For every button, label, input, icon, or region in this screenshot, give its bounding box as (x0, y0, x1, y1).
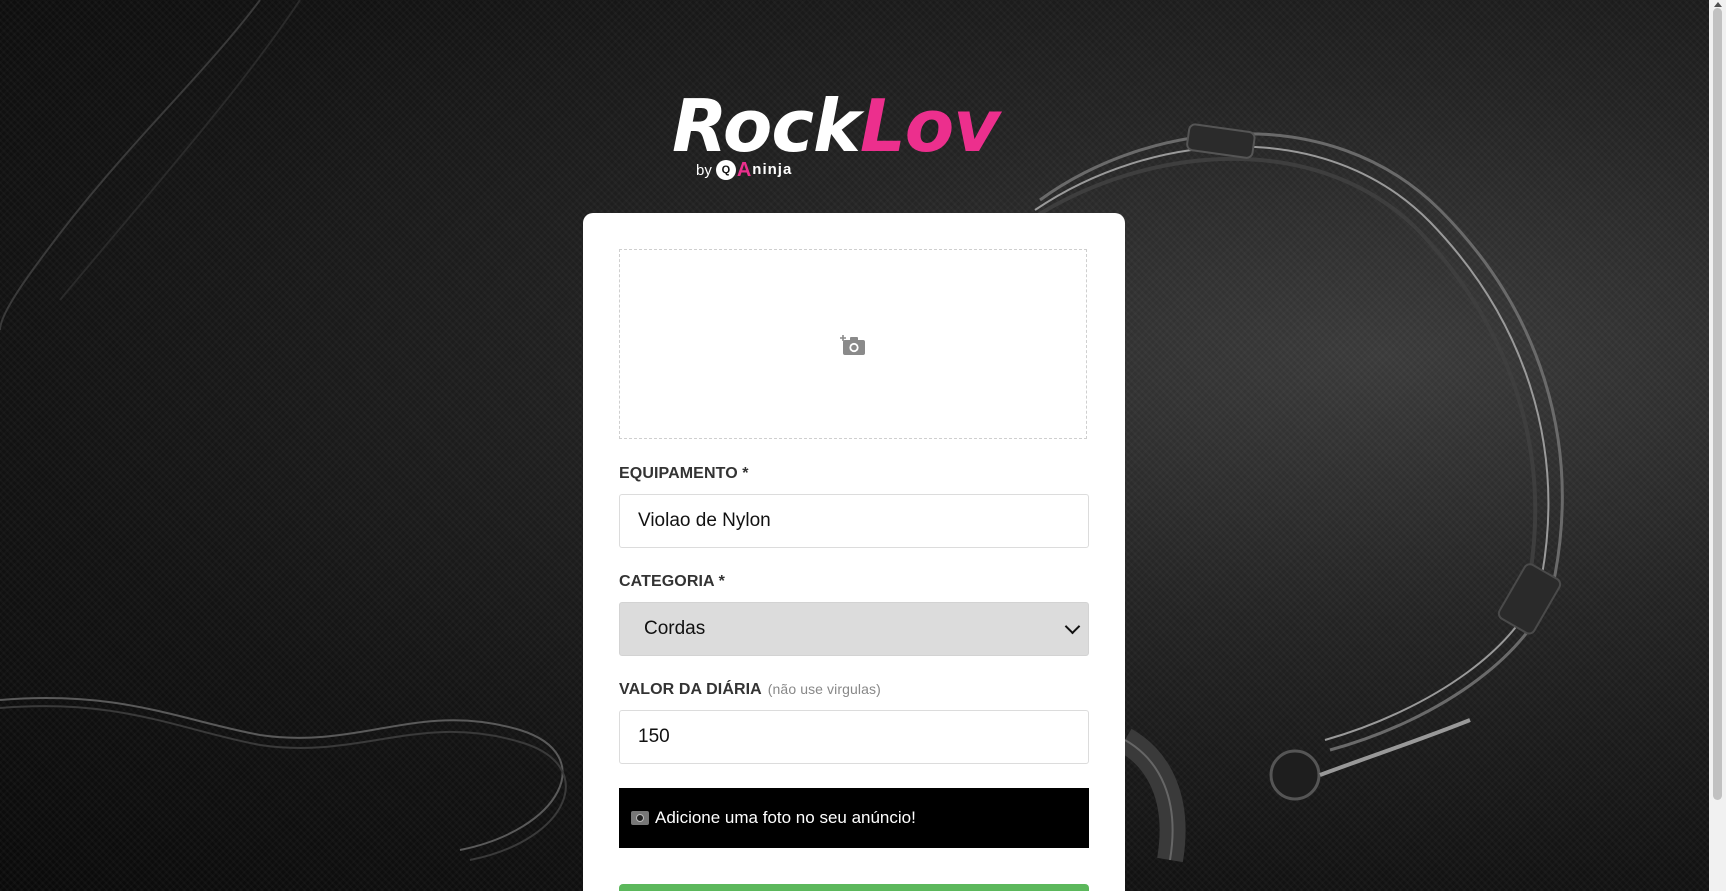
rocklov-logo: RockLov by Q Aninja (672, 88, 1032, 180)
logo-lov-text: Lov (859, 84, 1000, 168)
scroll-up-arrow-icon[interactable] (1714, 2, 1722, 7)
qaninja-ninja: ninja (752, 161, 793, 178)
page: RockLov by QAninja EQUIPAMENTO * CATEGOR… (0, 0, 1726, 891)
add-photo-icon (840, 335, 865, 355)
qaninja-badge: Q Aninja (715, 159, 793, 181)
price-label-text: VALOR DA DIÁRIA (619, 681, 762, 698)
scrollbar-thumb[interactable] (1713, 8, 1722, 800)
vertical-scrollbar[interactable] (1709, 0, 1726, 891)
photo-dropzone[interactable] (619, 249, 1087, 439)
category-selected-value: Cordas (644, 618, 706, 639)
category-select[interactable]: Cordas (619, 602, 1089, 656)
logo-byline: by Q Aninja (696, 160, 792, 180)
qaninja-q: Q (715, 160, 736, 180)
price-input[interactable] (619, 710, 1089, 764)
equipment-form-card: EQUIPAMENTO * CATEGORIA * Cordas VALOR D… (583, 213, 1125, 891)
qaninja-a: A (736, 159, 752, 181)
category-label: CATEGORIA * (619, 573, 725, 590)
camera-icon (631, 811, 649, 825)
price-label: VALOR DA DIÁRIA (não use virgulas) (619, 681, 881, 699)
chevron-down-icon (1064, 618, 1081, 635)
submit-button[interactable] (619, 884, 1089, 891)
logo-wordmark: RockLov (672, 88, 1000, 164)
equipment-label: EQUIPAMENTO * (619, 465, 749, 482)
logo-by-text: by (696, 161, 712, 179)
price-hint: (não use virgulas) (767, 681, 881, 697)
logo-rock-text: Rock (672, 84, 861, 168)
equipment-input[interactable] (619, 494, 1089, 548)
photo-alert-text: Adicione uma foto no seu anúncio! (655, 808, 916, 827)
photo-alert: Adicione uma foto no seu anúncio! (619, 788, 1089, 848)
